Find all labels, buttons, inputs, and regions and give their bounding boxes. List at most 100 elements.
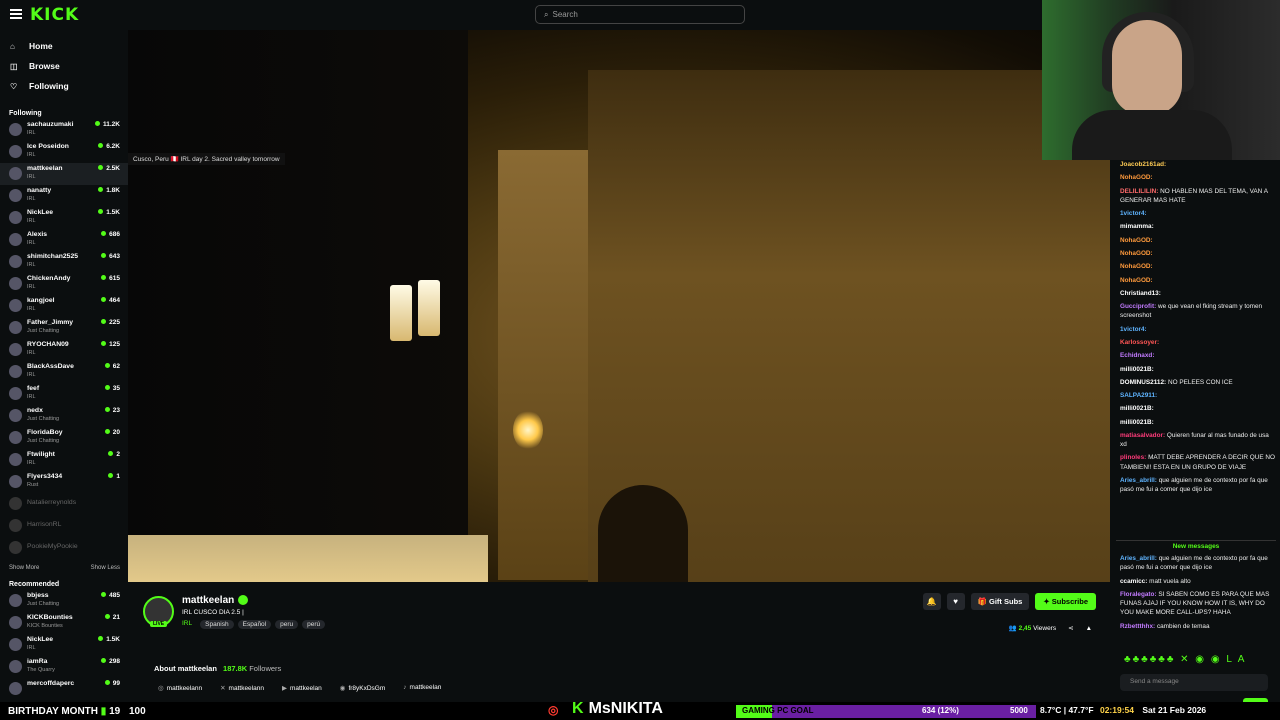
channel-item[interactable]: Ftwilight IRL 2 bbox=[0, 449, 128, 471]
nav-item-browse[interactable]: ◫ Browse bbox=[0, 56, 128, 76]
channel-item[interactable]: mercoffdaperc 99 bbox=[0, 678, 128, 700]
channel-item[interactable]: KICKBounties KICK Bounties 21 bbox=[0, 612, 128, 634]
channel-item[interactable]: kangjoel IRL 464 bbox=[0, 295, 128, 317]
menu-icon[interactable] bbox=[10, 9, 22, 19]
social-link[interactable]: ▶ mattkeelan bbox=[282, 684, 322, 692]
channel-item[interactable]: sachauzumaki IRL 11.2K bbox=[0, 119, 128, 141]
chat-username[interactable]: Christiand13: bbox=[1120, 290, 1161, 297]
emote-bar[interactable]: ♣♣♣♣♣♣ ✕ ◉ ◉ L A bbox=[1124, 654, 1246, 665]
chat-username[interactable]: mimamma: bbox=[1120, 223, 1154, 230]
social-link[interactable]: ♪ mattkeelan bbox=[403, 684, 441, 692]
chat-username[interactable]: milli0021B: bbox=[1120, 419, 1154, 426]
chat-username[interactable]: NohaGOD: bbox=[1120, 174, 1153, 181]
channel-name: Ftwilight bbox=[27, 451, 55, 458]
subscribe-button[interactable]: ✦ Subscribe bbox=[1035, 593, 1096, 610]
channel-item[interactable]: nanatty IRL 1.8K bbox=[0, 185, 128, 207]
share-icon[interactable]: ⋖ bbox=[1068, 624, 1073, 632]
channel-item[interactable]: feef IRL 35 bbox=[0, 383, 128, 405]
chat-username[interactable]: Gucciprofit: bbox=[1120, 303, 1156, 310]
new-messages-divider[interactable]: New messages bbox=[1116, 540, 1276, 550]
chat-username[interactable]: NohaGOD: bbox=[1120, 263, 1153, 270]
channel-item[interactable]: iamRa The Quarry 298 bbox=[0, 656, 128, 678]
chat-message: 1victor4: bbox=[1120, 209, 1275, 218]
chat-username[interactable]: milli0021B: bbox=[1120, 366, 1154, 373]
avatar bbox=[9, 255, 22, 268]
chat-username[interactable]: NohaGOD: bbox=[1120, 250, 1153, 257]
channel-item-offline[interactable]: HarrisonRL bbox=[0, 515, 128, 537]
channel-item[interactable]: mattkeelan IRL 2.5K bbox=[0, 163, 128, 185]
chat-text: NO PELEES CON ICE bbox=[1167, 378, 1233, 386]
channel-item[interactable]: Father_Jimmy Just Chatting 225 bbox=[0, 317, 128, 339]
stream-tooltip: Cusco, Peru 🇵🇪 IRL day 2. Sacred valley … bbox=[128, 153, 285, 165]
chat-username[interactable]: Joacob2161ad: bbox=[1120, 161, 1166, 168]
kick-logo[interactable]: KICK bbox=[30, 5, 79, 25]
stream-tag[interactable]: Spanish bbox=[200, 620, 234, 629]
channel-item[interactable]: nedx Just Chatting 23 bbox=[0, 405, 128, 427]
show-less-button[interactable]: Show Less bbox=[91, 565, 120, 571]
nav-item-following[interactable]: ♡ Following bbox=[0, 76, 128, 96]
channel-item[interactable]: NickLee IRL 1.5K bbox=[0, 634, 128, 656]
stream-tag[interactable]: Español bbox=[237, 620, 272, 629]
chat-username[interactable]: matiasalvador: bbox=[1120, 432, 1165, 439]
chat-username[interactable]: Rzbettthhx: bbox=[1120, 623, 1155, 630]
channel-item-offline[interactable]: PookieMyPookie bbox=[0, 537, 128, 559]
stream-tag[interactable]: peru bbox=[275, 620, 299, 629]
viewer-count-text: 1 bbox=[116, 473, 120, 480]
chat-username[interactable]: NohaGOD: bbox=[1120, 237, 1153, 244]
chat-username[interactable]: DELILILILIN: bbox=[1120, 188, 1158, 195]
channel-item[interactable]: Alexis IRL 686 bbox=[0, 229, 128, 251]
chat-username[interactable]: 1victor4: bbox=[1120, 326, 1147, 333]
avatar bbox=[9, 541, 22, 554]
chat-username[interactable]: NohaGOD: bbox=[1120, 277, 1153, 284]
channel-item[interactable]: bbjess Just Chatting 485 bbox=[0, 590, 128, 612]
nav-item-home[interactable]: ⌂ Home bbox=[0, 36, 128, 56]
social-link[interactable]: ◎ mattkeelann bbox=[158, 684, 202, 692]
stream-category[interactable]: IRL bbox=[182, 620, 192, 629]
chat-username[interactable]: SALPA2911: bbox=[1120, 392, 1157, 399]
channel-item[interactable]: ChickenAndy IRL 615 bbox=[0, 273, 128, 295]
chat-username[interactable]: Echidnaxd: bbox=[1120, 352, 1154, 359]
chat-username[interactable]: Floralegato: bbox=[1120, 591, 1157, 598]
live-dot-icon bbox=[101, 319, 107, 324]
chat-username[interactable]: Karlossoyer: bbox=[1120, 339, 1159, 346]
nav-label: Browse bbox=[29, 61, 60, 71]
notification-bell-icon[interactable]: 🔔 bbox=[922, 593, 941, 610]
chat-message: NohaGOD: bbox=[1120, 262, 1275, 271]
social-link[interactable]: ✕ mattkeelann bbox=[220, 684, 264, 692]
follow-heart-icon[interactable]: ♥ bbox=[946, 593, 965, 610]
channel-item-offline[interactable]: Natalierreynolds bbox=[0, 493, 128, 515]
channel-category: KICK Bounties bbox=[27, 623, 63, 629]
chat-input[interactable]: Send a message bbox=[1120, 674, 1268, 691]
channel-category: IRL bbox=[27, 130, 36, 136]
channel-item[interactable]: RYOCHAN09 IRL 125 bbox=[0, 339, 128, 361]
gift-subs-button[interactable]: 🎁 Gift Subs bbox=[970, 593, 1030, 610]
birthday-label: BIRTHDAY MONTH bbox=[8, 705, 99, 717]
stream-tag[interactable]: perú bbox=[302, 620, 326, 629]
chat-message: Aries_abrill: que alguien me de contexto… bbox=[1120, 476, 1275, 495]
show-more-button[interactable]: Show More bbox=[9, 565, 39, 571]
channel-category: IRL bbox=[27, 196, 36, 202]
lit-window bbox=[418, 280, 440, 336]
chat-username[interactable]: Aries_abrill: bbox=[1120, 555, 1157, 562]
chat-username[interactable]: ccamicc: bbox=[1120, 578, 1147, 585]
channel-item[interactable]: NickLee IRL 1.5K bbox=[0, 207, 128, 229]
search-input[interactable]: ⌕ Search bbox=[535, 5, 745, 24]
video-player[interactable] bbox=[128, 30, 1110, 582]
chat-username[interactable]: plinoles: bbox=[1120, 454, 1146, 461]
clock: 02:19:54 bbox=[1099, 705, 1134, 715]
social-link[interactable]: ◉ fr8yKxDsGm bbox=[340, 684, 386, 692]
channel-item[interactable]: shimitchan2525 IRL 643 bbox=[0, 251, 128, 273]
channel-item[interactable]: BlackAssDave IRL 62 bbox=[0, 361, 128, 383]
live-dot-icon bbox=[104, 407, 110, 412]
streamer-name[interactable]: mattkeelan bbox=[182, 595, 234, 606]
streamer-face bbox=[1112, 20, 1182, 115]
channel-item[interactable]: Flyers3434 Rust 1 bbox=[0, 471, 128, 493]
chat-username[interactable]: DOMINUS2112: bbox=[1120, 379, 1166, 386]
avatar bbox=[9, 616, 22, 629]
chat-username[interactable]: Aries_abrill: bbox=[1120, 477, 1157, 484]
chat-username[interactable]: 1victor4: bbox=[1120, 210, 1147, 217]
channel-item[interactable]: FloridaBoy Just Chatting 20 bbox=[0, 427, 128, 449]
report-icon[interactable]: ▲ bbox=[1086, 625, 1092, 632]
channel-item[interactable]: Ice Poseidon IRL 6.2K bbox=[0, 141, 128, 163]
chat-username[interactable]: milli0021B: bbox=[1120, 405, 1154, 412]
